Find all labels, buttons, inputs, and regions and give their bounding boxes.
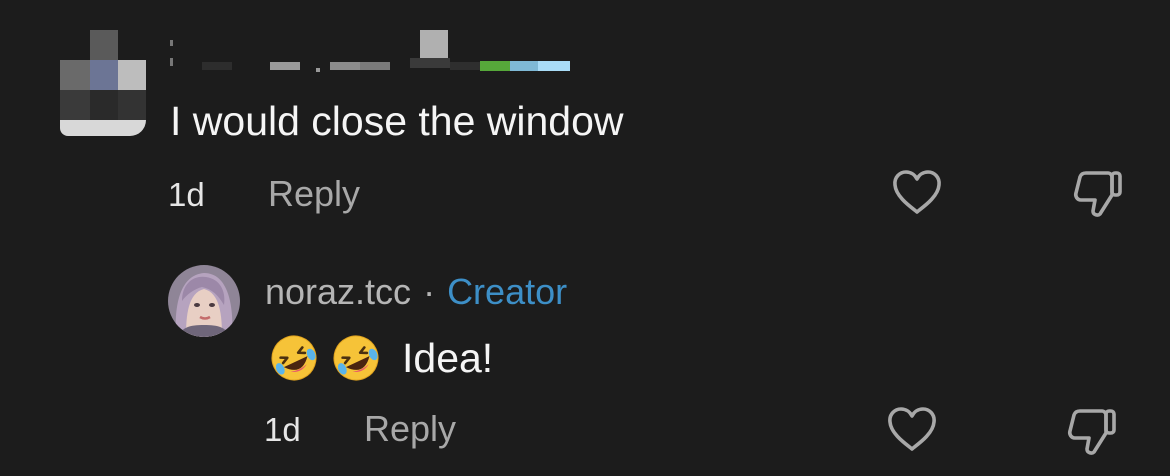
avatar[interactable]: [60, 30, 148, 140]
comment-timestamp: 1d: [168, 176, 205, 213]
rolling-on-floor-laughing-emoji: [330, 332, 382, 384]
pixel-block: [118, 60, 146, 90]
avatar-image: [168, 265, 240, 337]
pixel-block: [60, 120, 146, 136]
pixel-block: [316, 68, 320, 72]
reply-button[interactable]: Reply: [268, 174, 360, 214]
pixel-block: [90, 30, 118, 60]
pixel-block: [170, 40, 173, 46]
pixel-block: [60, 90, 90, 120]
dislike-button[interactable]: [1069, 165, 1125, 221]
reply-button[interactable]: Reply: [364, 409, 456, 449]
pixel-block: [510, 61, 538, 71]
pixel-block: [90, 60, 118, 90]
like-button[interactable]: [884, 401, 940, 457]
pixel-block: [170, 58, 173, 66]
creator-badge: Creator: [447, 271, 568, 312]
comment-text: I would close the window: [170, 98, 624, 144]
reply-username[interactable]: noraz.tcc: [265, 271, 411, 312]
separator-dot: ·: [423, 271, 436, 312]
pixel-block: [420, 30, 448, 58]
reply-header: noraz.tcc · Creator: [265, 270, 567, 314]
pixel-block: [450, 62, 480, 70]
pixel-block: [360, 62, 390, 70]
reply-text: Idea!: [268, 332, 493, 384]
thumbs-down-icon: [1070, 167, 1124, 219]
username-censored[interactable]: [170, 28, 590, 78]
dislike-button[interactable]: [1063, 403, 1119, 459]
pixel-block: [60, 60, 90, 90]
heart-icon: [891, 169, 943, 215]
heart-icon: [886, 406, 938, 452]
like-button[interactable]: [889, 164, 945, 220]
pixel-block: [410, 58, 450, 68]
creator-avatar[interactable]: [168, 265, 240, 337]
thumbs-down-icon: [1064, 405, 1118, 457]
pixel-block: [538, 61, 570, 71]
pixel-block: [90, 90, 118, 120]
pixel-block: [480, 61, 510, 71]
reply-message: Idea!: [402, 335, 494, 381]
rolling-on-floor-laughing-emoji: [268, 332, 320, 384]
pixel-block: [202, 62, 232, 70]
pixel-block: [330, 62, 360, 70]
reply-timestamp: 1d: [264, 411, 301, 448]
pixel-block: [118, 90, 146, 120]
pixel-block: [270, 62, 300, 70]
